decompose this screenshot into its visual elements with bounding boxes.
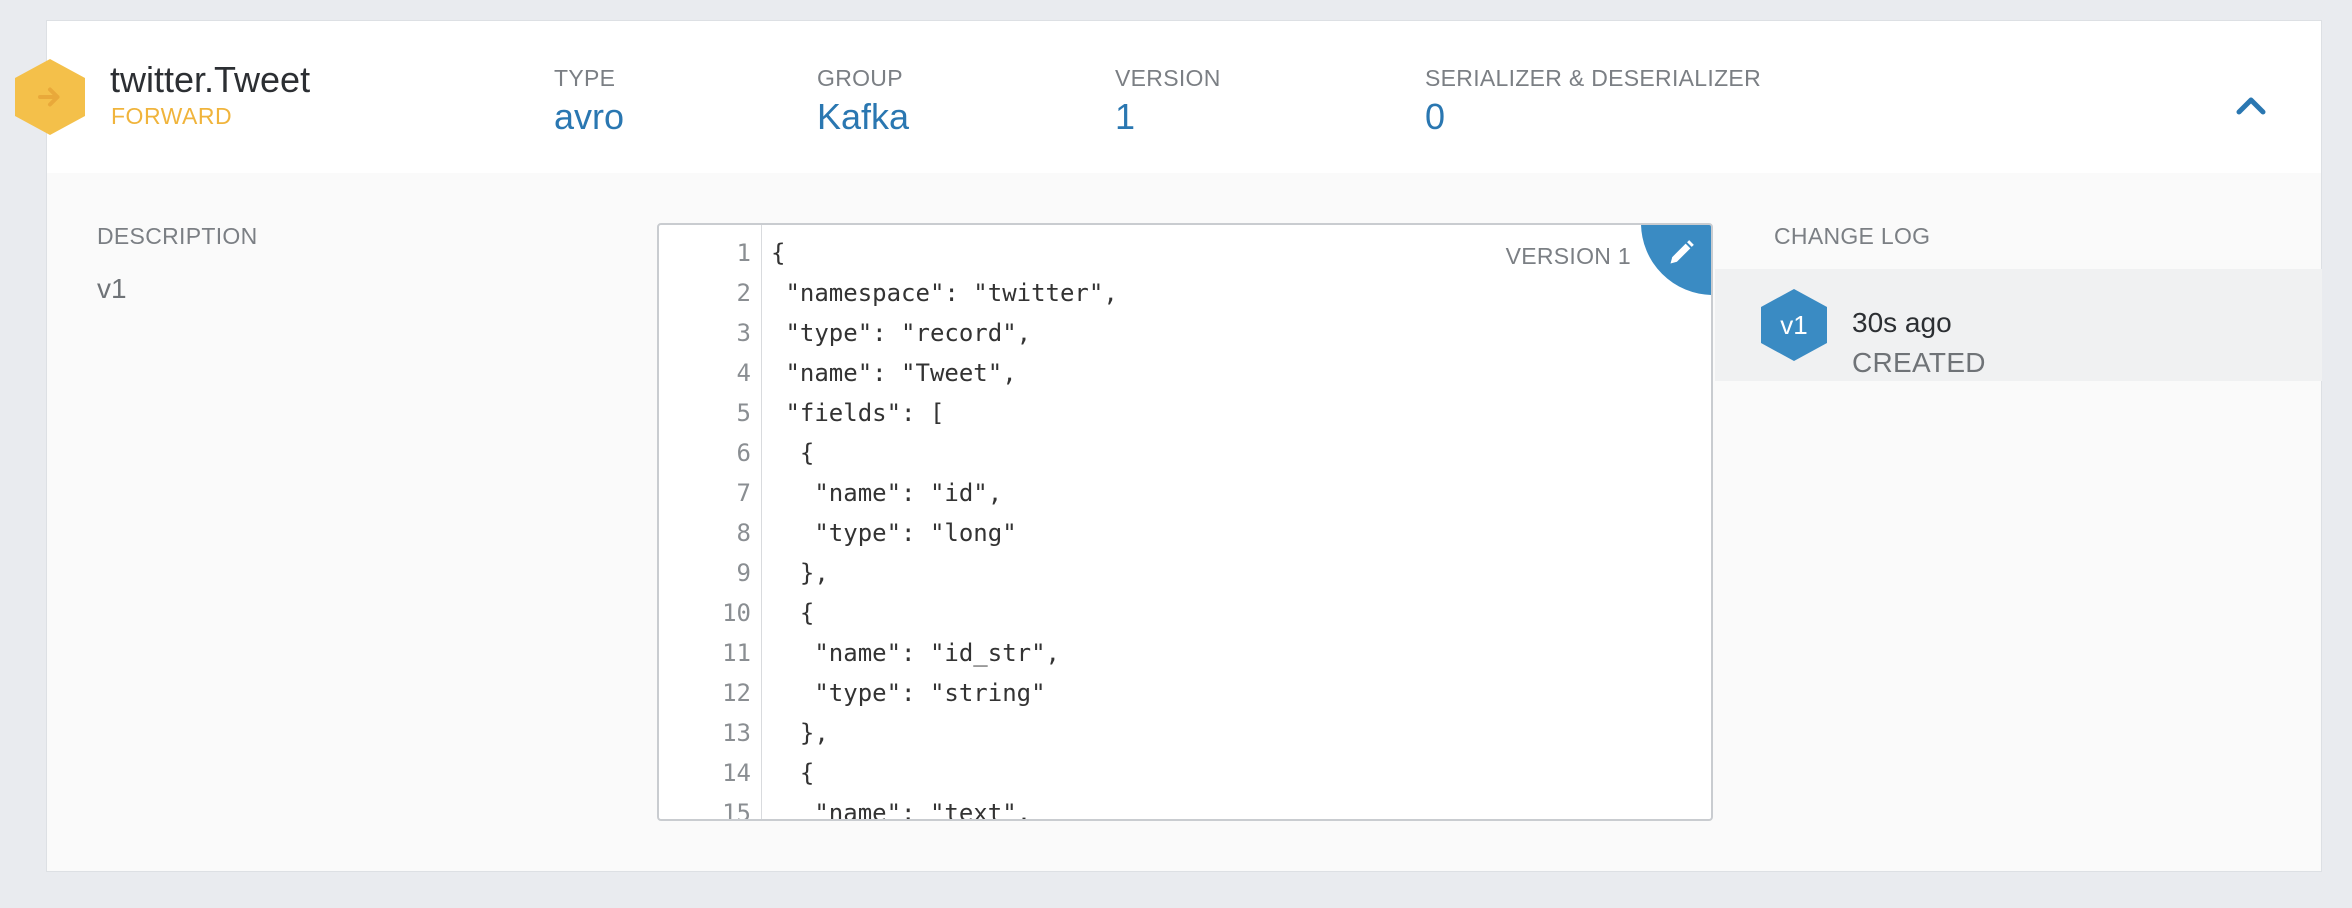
editor-version-tag: VERSION 1 bbox=[1505, 243, 1631, 269]
version-badge: v1 bbox=[1761, 289, 1827, 361]
type-label: TYPE bbox=[554, 65, 616, 91]
version-label: VERSION bbox=[1115, 65, 1221, 91]
code-line[interactable]: { bbox=[771, 599, 814, 627]
schema-badge bbox=[15, 59, 85, 135]
schema-code-editor[interactable]: 1 2 3 4 5 6 7 8 9 10 11 12 13 14 15 { "n… bbox=[657, 223, 1713, 821]
line-number: 10 bbox=[722, 599, 751, 627]
code-line[interactable]: }, bbox=[771, 719, 829, 747]
code-line[interactable]: "type": "long" bbox=[771, 519, 1016, 547]
version-value: 1 bbox=[1115, 96, 1136, 137]
serde-meta: SERIALIZER & DESERIALIZER 0 bbox=[1425, 65, 1761, 138]
line-number: 11 bbox=[722, 639, 751, 667]
line-number: 2 bbox=[736, 279, 751, 307]
group-meta: GROUP Kafka bbox=[817, 65, 909, 138]
line-number: 5 bbox=[736, 399, 751, 427]
changelog-label: CHANGE LOG bbox=[1774, 223, 1931, 249]
arrow-right-icon bbox=[38, 87, 60, 107]
changelog-time: 30s ago bbox=[1852, 307, 1952, 338]
schema-header[interactable]: twitter.Tweet FORWARD TYPE avro GROUP Ka… bbox=[15, 21, 2321, 173]
edit-schema-button[interactable] bbox=[1641, 225, 1711, 295]
code-line[interactable]: "fields": [ bbox=[771, 399, 944, 427]
line-number: 13 bbox=[722, 719, 751, 747]
chevron-up-icon bbox=[2236, 97, 2266, 115]
code-line[interactable]: { bbox=[771, 759, 814, 787]
serde-label: SERIALIZER & DESERIALIZER bbox=[1425, 65, 1761, 91]
line-number: 8 bbox=[736, 519, 751, 547]
line-number: 15 bbox=[722, 799, 751, 821]
line-number: 6 bbox=[736, 439, 751, 467]
group-value: Kafka bbox=[817, 96, 910, 137]
code-line[interactable]: }, bbox=[771, 559, 829, 587]
code-line[interactable]: "name": "id_str", bbox=[771, 639, 1060, 667]
changelog-entry[interactable]: v1 30s ago CREATED bbox=[1715, 269, 2322, 381]
code-line[interactable]: "namespace": "twitter", bbox=[771, 279, 1117, 307]
line-number: 3 bbox=[736, 319, 751, 347]
group-label: GROUP bbox=[817, 65, 903, 91]
code-line[interactable]: "name": "text", bbox=[771, 799, 1031, 819]
line-number: 12 bbox=[722, 679, 751, 707]
version-meta: VERSION 1 bbox=[1115, 65, 1221, 138]
description-value: v1 bbox=[97, 273, 127, 304]
code-line[interactable]: "type": "string" bbox=[771, 679, 1045, 707]
line-number: 9 bbox=[736, 559, 751, 587]
schema-title: twitter.Tweet bbox=[110, 59, 311, 100]
description-label: DESCRIPTION bbox=[97, 223, 258, 249]
code-line[interactable]: "type": "record", bbox=[771, 319, 1031, 347]
collapse-button[interactable] bbox=[2231, 85, 2271, 125]
line-number: 4 bbox=[736, 359, 751, 387]
compatibility-label: FORWARD bbox=[111, 103, 233, 129]
line-number-gutter: 1 2 3 4 5 6 7 8 9 10 11 12 13 14 15 bbox=[659, 225, 762, 819]
pencil-icon bbox=[1670, 240, 1694, 264]
code-line[interactable]: { bbox=[771, 439, 814, 467]
line-number: 7 bbox=[736, 479, 751, 507]
code-line[interactable]: { bbox=[771, 239, 785, 267]
code-line[interactable]: "name": "id", bbox=[771, 479, 1002, 507]
serde-value: 0 bbox=[1425, 96, 1446, 137]
line-number: 14 bbox=[722, 759, 751, 787]
type-value: avro bbox=[554, 96, 625, 137]
type-meta: TYPE avro bbox=[554, 65, 624, 138]
code-line[interactable]: "name": "Tweet", bbox=[771, 359, 1016, 387]
changelog-action: CREATED bbox=[1852, 347, 1986, 378]
schema-card: twitter.Tweet FORWARD TYPE avro GROUP Ka… bbox=[15, 20, 2322, 872]
line-number: 1 bbox=[736, 239, 751, 267]
